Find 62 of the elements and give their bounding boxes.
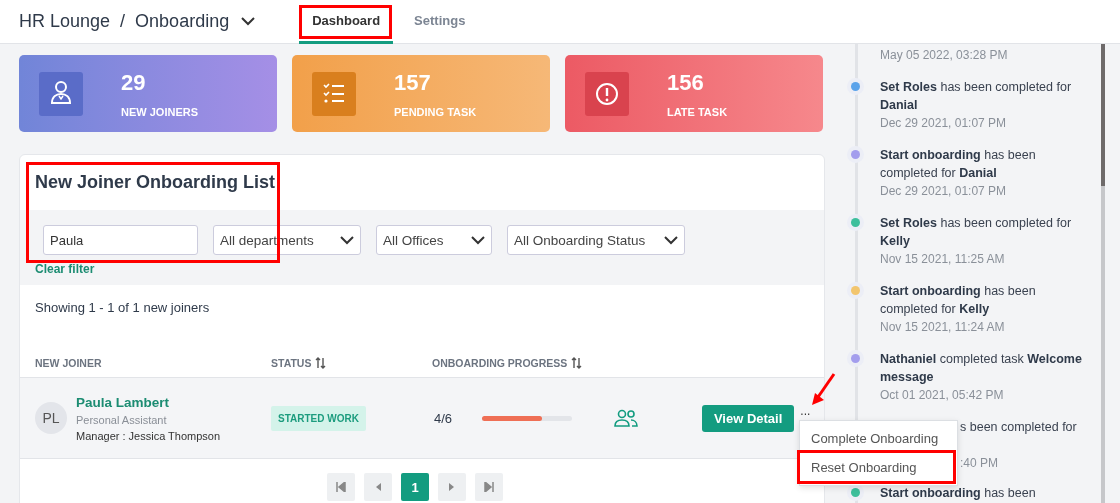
skip-forward-icon — [484, 482, 494, 492]
stat-icon — [585, 71, 629, 116]
stat-value: 29 — [121, 69, 147, 96]
stat-value: 156 — [667, 69, 705, 96]
activity-date: Dec 29 2021, 01:07 PM — [880, 115, 1008, 132]
stat-value: 157 — [394, 69, 432, 96]
chevron-down-icon — [340, 235, 354, 245]
triangle-left-icon — [374, 482, 382, 492]
activity-date: Nov 15 2021, 11:24 AM — [880, 319, 1006, 336]
filter-dropdown[interactable]: All Onboarding Status — [507, 225, 685, 255]
activity-date: Dec 29 2021, 01:07 PM — [880, 183, 1008, 200]
sort-icon[interactable] — [571, 357, 583, 369]
activity-text: Set Roles has been completed for Kelly — [880, 215, 1073, 250]
clear-filter-link[interactable]: Clear filter — [35, 262, 95, 276]
list-title: New Joiner Onboarding List — [34, 171, 277, 194]
activity-text: Set Roles has been completed for Danial — [880, 79, 1073, 114]
stat-label: NEW JOINERS — [121, 105, 198, 118]
breadcrumb-app[interactable]: HR Lounge — [19, 11, 111, 32]
column-header: NEW JOINER — [35, 357, 102, 369]
menu-item[interactable]: Complete Onboarding — [800, 424, 957, 453]
stat-icon — [39, 71, 83, 116]
joiner-manager: Manager : Jessica Thompson — [76, 429, 222, 442]
stat-icon — [312, 71, 356, 116]
activity-date: May 05 2022, 03:28 PM — [880, 47, 1009, 64]
avatar: PL — [35, 402, 67, 434]
column-header[interactable]: ONBOARDING PROGRESS — [432, 357, 568, 369]
activity-date: Oct 01 2021, 05:42 PM — [880, 387, 1005, 404]
last-page-button[interactable] — [475, 473, 503, 501]
previous-page-button[interactable] — [364, 473, 392, 501]
triangle-right-icon — [448, 482, 456, 492]
menu-item[interactable]: Reset Onboarding — [800, 453, 957, 482]
search-field[interactable]: Paula — [43, 225, 198, 255]
nav-tab[interactable]: Settings — [401, 0, 479, 44]
joiner-role: Personal Assistant — [76, 413, 168, 426]
chevron-down-icon — [664, 235, 678, 245]
first-page-button[interactable] — [327, 473, 355, 501]
more-button[interactable]: ... — [798, 406, 813, 416]
chevron-down-icon — [241, 17, 256, 26]
activity-text: Start onboarding has been completed for Danial — [880, 147, 1037, 182]
results-summary: Showing 1 - 1 of 1 new joiners — [34, 299, 211, 317]
breadcrumb-module[interactable]: Onboarding — [135, 11, 230, 32]
activity-text: Start onboarding has been — [880, 485, 1037, 502]
people-icon[interactable] — [613, 409, 638, 427]
joiner-name-link[interactable]: Paula Lambert — [76, 394, 271, 410]
activity-date: Nov 15 2021, 11:25 AM — [880, 251, 1006, 268]
next-page-button[interactable] — [438, 473, 466, 501]
pointer-arrow — [810, 372, 836, 406]
skip-back-icon — [336, 482, 346, 492]
activity-text: Nathaniel completed task Welcome message — [880, 351, 1083, 386]
activity-date: :40 PM — [960, 455, 998, 472]
progress-count: 4/6 — [433, 410, 453, 426]
column-header[interactable]: STATUS — [271, 357, 312, 369]
activity-text: Start onboarding has been completed for Kelly — [880, 283, 1037, 318]
breadcrumb-separator: / — [120, 11, 126, 32]
stat-label: PENDING TASK — [394, 105, 477, 118]
filter-dropdown[interactable]: All Offices — [376, 225, 492, 255]
activity-text: s been completed for — [960, 419, 1077, 436]
sort-icon[interactable] — [315, 357, 327, 369]
scrollbar[interactable] — [1101, 44, 1105, 503]
chevron-down-icon — [471, 235, 485, 245]
status-badge: STARTED WORK — [271, 405, 366, 431]
stat-label: LATE TASK — [667, 105, 728, 118]
